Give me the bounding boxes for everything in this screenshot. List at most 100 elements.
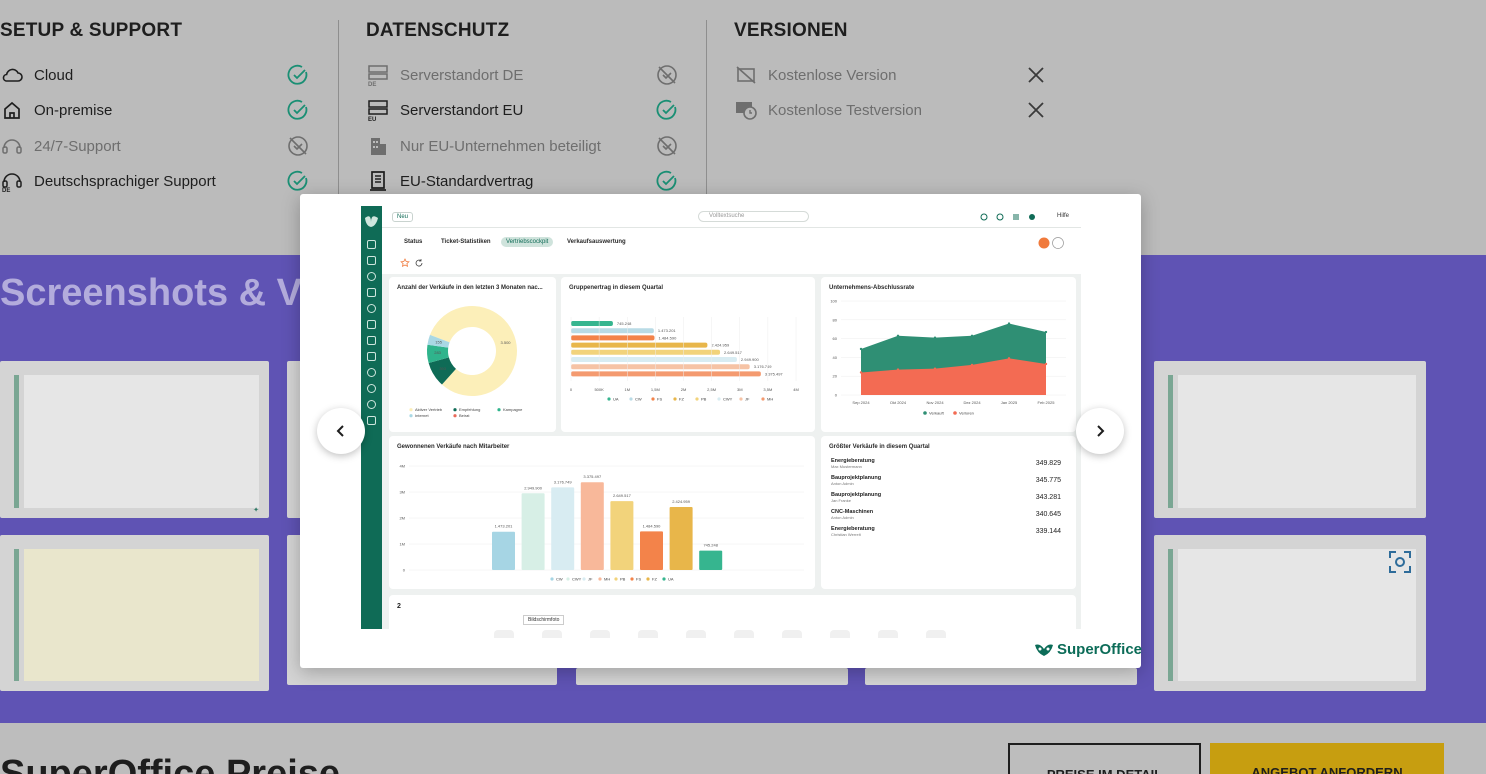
x-tick-label: Nov 2024	[926, 400, 944, 405]
legend-label: JF	[588, 576, 593, 581]
legend-label: FZ	[652, 576, 657, 581]
carousel-dot[interactable]	[638, 630, 658, 638]
legend-label: Verkauft	[929, 410, 945, 415]
previous-screenshot-button[interactable]	[317, 408, 365, 454]
legend-label: CWY	[572, 576, 582, 581]
refresh-icon[interactable]	[414, 258, 424, 268]
carousel-dot[interactable]	[590, 630, 610, 638]
request-offer-button[interactable]: ANGEBOT ANFORDERN	[1210, 743, 1444, 774]
legend-label: Kampagne	[503, 407, 523, 412]
sidebar-nav-icon[interactable]	[367, 240, 376, 249]
sidebar-nav-icon[interactable]	[367, 288, 376, 297]
bar	[492, 531, 515, 570]
data-point	[933, 336, 937, 339]
feature-label: 24/7-Support	[34, 137, 121, 155]
legend-label: FS	[636, 576, 641, 581]
screenshot-tooltip: Bildschirmfoto	[523, 615, 565, 625]
list-item[interactable]: Bauprojektplanung Jan Franke 343.281	[831, 492, 1061, 509]
slice-label: 155	[435, 339, 442, 344]
sidebar-nav-icon[interactable]	[367, 320, 376, 329]
data-point	[1044, 330, 1048, 334]
x-tick-label: 3M	[737, 387, 743, 392]
list-item[interactable]: Energieberatung Max Mustermann 349.829	[831, 458, 1061, 475]
dashboard-action-icons[interactable]	[1038, 236, 1066, 250]
favorite-star-icon[interactable]	[400, 258, 414, 268]
svg-text:DE: DE	[2, 188, 10, 192]
feature-german-support: DE Deutschsprachiger Support	[0, 169, 216, 193]
carousel-dot[interactable]	[782, 630, 802, 638]
sidebar-nav-icon[interactable]	[367, 304, 376, 313]
tab-sales-analysis[interactable]: Verkaufsauswertung	[567, 239, 626, 245]
screenshot-thumbnail[interactable]	[865, 668, 1137, 685]
prices-detail-button[interactable]: PREISE IM DETAIL	[1008, 743, 1201, 774]
legend-swatch	[453, 414, 457, 418]
help-link[interactable]: Hilfe	[1057, 213, 1069, 219]
versions-heading: VERSIONEN	[734, 20, 848, 41]
fulltext-search-input[interactable]: Volltextsuche	[698, 211, 809, 222]
horizontal-bar-chart: 745.2481.473.2011.484.5902.424.9592.649.…	[570, 317, 799, 401]
screenshot-thumbnail[interactable]	[1154, 361, 1426, 518]
legend-label: UA	[668, 576, 674, 581]
feature-trial-version: Kostenlose Testversion	[734, 98, 922, 122]
setup-support-column: SETUP & SUPPORT	[0, 20, 182, 42]
list-item[interactable]: CNC-Maschinen Anton Admin 340.645	[831, 509, 1061, 526]
free-version-icon	[734, 64, 758, 86]
screenshot-thumbnail[interactable]: ✦	[0, 361, 269, 518]
legend-swatch	[453, 408, 457, 412]
bar-value-label: 2.649.517	[613, 493, 632, 498]
vertical-bar-chart: 0 1M 2M 3M 4M 1.473.201 2.949.900 3.176.749 3.37…	[399, 464, 804, 581]
sidebar-nav-icon[interactable]	[367, 384, 376, 393]
superoffice-logo-text: SuperOffice	[1057, 641, 1143, 658]
list-item[interactable]: Bauprojektplanung Anton Admin 345.775	[831, 475, 1061, 492]
check-circle-icon	[655, 98, 679, 122]
screenshot-thumbnail[interactable]	[0, 535, 269, 691]
bar-value-label: 745.248	[617, 321, 632, 326]
bar-value-label: 3.176.749	[754, 364, 773, 369]
legend-label: FZ	[679, 396, 684, 401]
card-title: Größter Verkäufe in diesem Quartal	[829, 444, 930, 450]
tab-status[interactable]: Status	[404, 239, 422, 245]
screenshots-heading: Screenshots & Vi	[0, 272, 312, 314]
sidebar-nav-icon[interactable]	[367, 272, 376, 281]
bar-value-label: 1.473.201	[495, 524, 514, 529]
card-title: Anzahl der Verkäufe in den letzten 3 Mon…	[397, 285, 543, 291]
sidebar-nav-icon[interactable]	[367, 368, 376, 377]
y-tick-label: 1M	[399, 542, 405, 547]
legend-label: Beirat	[459, 413, 470, 418]
x-tick-label: Dez 2024	[963, 400, 981, 405]
x-tick-label: Feb 2025	[1038, 400, 1056, 405]
y-tick-label: 4M	[399, 464, 405, 469]
sidebar-nav-icon[interactable]	[367, 336, 376, 345]
card-title: Unternehmens-Abschlussrate	[829, 285, 915, 291]
legend-swatch	[614, 577, 618, 581]
new-button[interactable]: Neu	[392, 212, 414, 222]
y-tick-label: 100	[830, 299, 837, 304]
carousel-dot[interactable]	[686, 630, 706, 638]
carousel-dot[interactable]	[878, 630, 898, 638]
feature-label: Serverstandort DE	[400, 66, 524, 84]
x-tick-label: 4M	[793, 387, 799, 392]
carousel-dot[interactable]	[926, 630, 946, 638]
next-screenshot-button[interactable]	[1076, 408, 1124, 454]
bar-value-label: 745.248	[703, 543, 718, 548]
carousel-dot[interactable]	[734, 630, 754, 638]
sidebar-nav-icon[interactable]	[367, 400, 376, 409]
legend-label: CW	[635, 396, 642, 401]
carousel-dot[interactable]	[542, 630, 562, 638]
legend-swatch	[582, 577, 586, 581]
tab-ticket-statistics[interactable]: Ticket-Statistiken	[441, 239, 491, 245]
carousel-dot[interactable]	[830, 630, 850, 638]
tab-sales-cockpit[interactable]: Vertriebscockpit	[501, 237, 554, 247]
sidebar-nav-icon[interactable]	[367, 256, 376, 265]
cloud-icon	[0, 64, 24, 86]
list-item[interactable]: Energieberatung Christian Werrelt 339.144	[831, 526, 1061, 543]
legend-swatch	[662, 577, 666, 581]
sidebar-nav-icon[interactable]	[367, 416, 376, 425]
largest-sales-card: Größter Verkäufe in diesem Quartal Energ…	[821, 436, 1076, 589]
zoom-scan-icon[interactable]	[1386, 548, 1414, 576]
legend-swatch	[717, 397, 721, 401]
topbar-icons[interactable]	[978, 211, 1038, 223]
sidebar-nav-icon[interactable]	[367, 352, 376, 361]
screenshot-thumbnail[interactable]	[576, 668, 848, 685]
carousel-dot[interactable]	[494, 630, 514, 638]
